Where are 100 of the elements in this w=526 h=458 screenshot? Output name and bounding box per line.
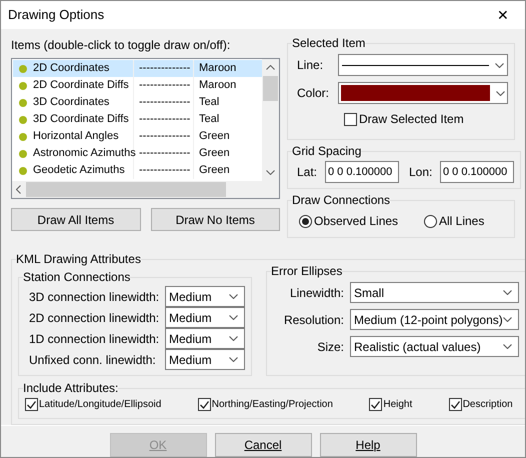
linewidth-label: 2D connection linewidth: bbox=[28, 310, 160, 326]
group-title: Station Connections bbox=[23, 269, 130, 286]
ellipse-label: Size: bbox=[316, 338, 345, 356]
dropdown-value: Medium (12-point polygons) bbox=[354, 312, 503, 328]
item-name: 2D Coordinate Diffs bbox=[33, 77, 134, 94]
chevron-down-icon bbox=[495, 62, 504, 68]
checkmark-icon bbox=[27, 400, 36, 408]
dropdown-value: Medium bbox=[169, 330, 213, 348]
lon-label: Lon: bbox=[409, 164, 434, 181]
group-title: Error Ellipses bbox=[271, 263, 342, 280]
item-line-style: -------------- bbox=[134, 60, 194, 77]
group-title: Grid Spacing bbox=[292, 143, 362, 160]
list-row[interactable]: 3D Coordinates -------------- Teal bbox=[13, 94, 262, 111]
dropdown-value: Medium bbox=[169, 288, 213, 306]
chevron-down-icon bbox=[496, 90, 505, 96]
radio-button[interactable] bbox=[299, 214, 312, 228]
attribute-label: Latitude/Longitude/Ellipsoid bbox=[39, 398, 162, 412]
scrollbar-thumb[interactable] bbox=[263, 76, 278, 101]
window-title: Drawing Options bbox=[8, 6, 106, 24]
list-row[interactable]: 3D Coordinate Diffs -------------- Teal bbox=[13, 111, 262, 128]
list-row[interactable]: Geodetic Azimuths -------------- Green bbox=[13, 162, 262, 179]
chevron-down-icon bbox=[266, 170, 275, 175]
chevron-down-icon bbox=[229, 357, 238, 362]
group-title: Draw Connections bbox=[292, 192, 390, 209]
dropdown[interactable]: Small bbox=[350, 282, 519, 303]
chevron-down-icon bbox=[502, 344, 512, 349]
lat-label: Lat: bbox=[296, 164, 318, 181]
radio-button[interactable] bbox=[424, 214, 437, 228]
list-row[interactable]: Horizontal Angles -------------- Green bbox=[13, 128, 262, 145]
line-style-dropdown[interactable] bbox=[338, 54, 508, 76]
dialog-button[interactable]: Help bbox=[320, 432, 416, 456]
checkbox[interactable] bbox=[448, 398, 462, 411]
dropdown[interactable]: Medium bbox=[165, 286, 245, 307]
dropdown-value: Small bbox=[354, 284, 386, 302]
checkbox[interactable] bbox=[344, 112, 357, 126]
close-button[interactable]: ✕ bbox=[481, 1, 525, 29]
dropdown[interactable]: Medium (12-point polygons) bbox=[350, 309, 519, 330]
color-dropdown[interactable] bbox=[338, 82, 508, 104]
checkbox[interactable] bbox=[198, 398, 211, 411]
lon-field[interactable]: 0 0 0.100000 bbox=[440, 161, 514, 183]
line-label: Line: bbox=[296, 57, 324, 74]
checkmark-icon bbox=[200, 400, 209, 408]
item-color: Green bbox=[198, 129, 231, 144]
chevron-up-icon bbox=[266, 65, 275, 70]
item-name: 2D Coordinates bbox=[33, 60, 134, 77]
dropdown-value: Medium bbox=[169, 310, 213, 326]
checkmark-icon bbox=[371, 400, 380, 408]
item-color: Teal bbox=[198, 95, 220, 110]
item-name: Geodetic Azimuths bbox=[33, 162, 134, 179]
attribute-label: Height bbox=[383, 398, 412, 412]
chevron-down-icon bbox=[229, 315, 238, 320]
horizontal-scrollbar[interactable] bbox=[12, 181, 279, 198]
list-row[interactable]: 2D Coordinate Diffs -------------- Maroon bbox=[13, 77, 262, 94]
draw-button[interactable]: Draw No Items bbox=[150, 208, 280, 231]
list-row[interactable]: Astronomic Azimuths -------------- Green bbox=[13, 145, 262, 162]
vertical-scrollbar[interactable] bbox=[262, 59, 279, 181]
checkbox[interactable] bbox=[25, 398, 38, 411]
dropdown[interactable]: Medium bbox=[165, 328, 245, 349]
dropdown[interactable]: Medium bbox=[165, 349, 245, 370]
color-label: Color: bbox=[296, 85, 330, 102]
linewidth-label: 1D connection linewidth: bbox=[28, 330, 160, 348]
dropdown-value: Medium bbox=[169, 352, 213, 368]
item-line-style: -------------- bbox=[134, 94, 194, 111]
scrollbar-thumb[interactable] bbox=[26, 182, 226, 197]
item-color: Teal bbox=[198, 112, 220, 128]
item-line-style: -------------- bbox=[134, 128, 194, 145]
attribute-label: Description bbox=[462, 398, 513, 412]
chevron-down-icon bbox=[502, 290, 512, 295]
draw-button[interactable]: Draw All Items bbox=[11, 208, 140, 231]
group-title: Selected Item bbox=[292, 35, 366, 52]
lat-field[interactable]: 0 0 0.100000 bbox=[325, 161, 399, 183]
group-title: Include Attributes: bbox=[23, 380, 118, 397]
ellipse-label: Linewidth: bbox=[288, 284, 345, 302]
item-name: Horizontal Angles bbox=[33, 128, 134, 145]
chevron-down-icon bbox=[502, 317, 512, 322]
linewidth-label: 3D connection linewidth: bbox=[28, 288, 160, 306]
item-line-style: -------------- bbox=[134, 111, 194, 128]
item-color: Green bbox=[198, 146, 231, 162]
attribute-label: Northing/Easting/Projection bbox=[212, 398, 333, 412]
checkbox[interactable] bbox=[369, 398, 382, 411]
item-line-style: -------------- bbox=[134, 77, 194, 94]
radio-label: All Lines bbox=[439, 213, 484, 230]
dropdown-value: Realistic (actual values) bbox=[354, 338, 482, 356]
linewidth-label: Unfixed conn. linewidth: bbox=[28, 352, 157, 368]
list-row[interactable]: 2D Coordinates -------------- Maroon bbox=[13, 60, 262, 77]
dialog-button[interactable]: Cancel bbox=[214, 432, 312, 456]
dropdown[interactable]: Medium bbox=[165, 307, 245, 328]
item-color: Maroon bbox=[198, 61, 238, 76]
ellipse-label: Resolution: bbox=[282, 312, 345, 328]
checkbox-label: Draw Selected Item bbox=[359, 111, 464, 128]
chevron-down-icon bbox=[229, 294, 238, 299]
chevron-down-icon bbox=[229, 336, 238, 341]
checkmark-icon bbox=[450, 400, 460, 408]
radio-label: Observed Lines bbox=[314, 213, 398, 230]
dropdown[interactable]: Realistic (actual values) bbox=[350, 336, 519, 357]
item-name: 3D Coordinate Diffs bbox=[33, 111, 134, 128]
chevron-left-icon bbox=[16, 185, 21, 194]
items-label: Items (double-click to toggle draw on/off): bbox=[11, 37, 232, 54]
item-color: Maroon bbox=[198, 78, 238, 94]
item-color: Green bbox=[198, 163, 231, 178]
